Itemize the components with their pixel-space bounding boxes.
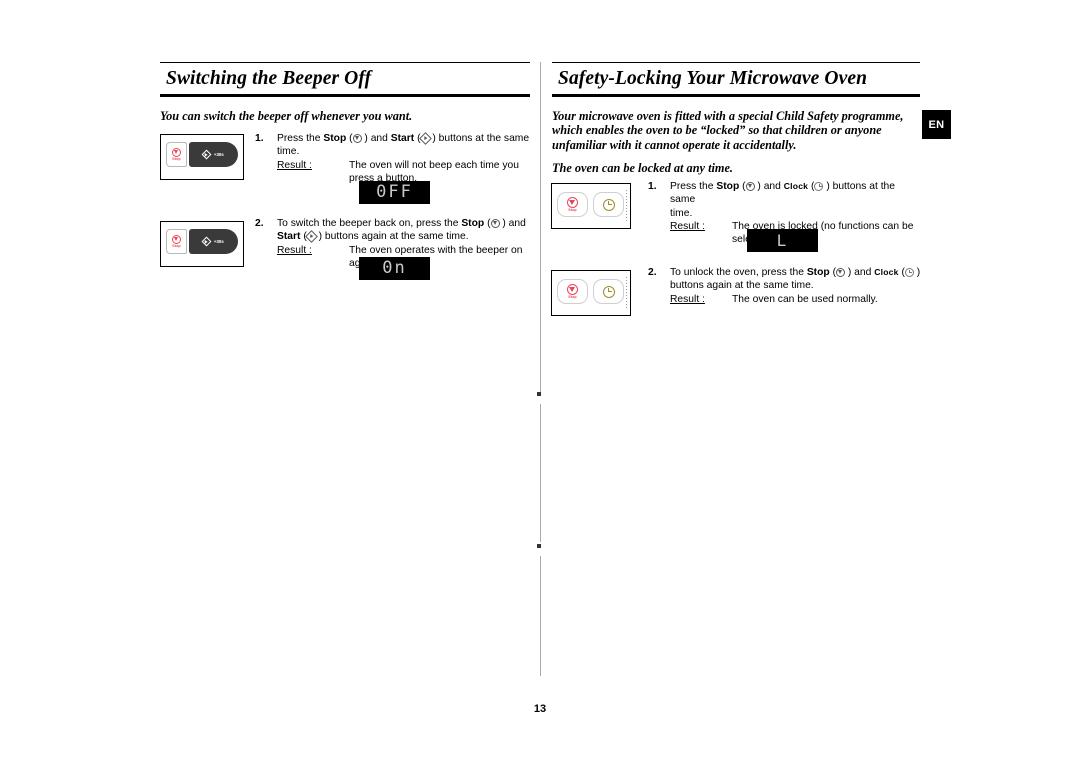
clock-icon bbox=[602, 285, 615, 298]
start-key: +30s bbox=[189, 142, 238, 167]
stop-key-label: Stop bbox=[172, 157, 181, 162]
control-panel-illustration-lock-2: Stop bbox=[551, 270, 631, 316]
clock-key bbox=[593, 279, 624, 304]
stop-key-label: Stop bbox=[568, 208, 577, 213]
start-icon bbox=[201, 236, 212, 247]
heading-rule-bottom bbox=[552, 93, 920, 97]
page-title-left: Switching the Beeper Off bbox=[166, 68, 372, 89]
page-title-right: Safety-Locking Your Microwave Oven bbox=[558, 68, 868, 89]
start-icon bbox=[201, 149, 212, 160]
fold-mark-2 bbox=[537, 544, 541, 548]
step-number: 2. bbox=[648, 267, 657, 278]
clock-icon bbox=[904, 267, 914, 277]
control-panel-illustration-beeper-2: Stop +30s bbox=[160, 221, 244, 267]
result-label: Result : bbox=[670, 293, 705, 305]
panel-edge-dots bbox=[626, 277, 627, 309]
result-text: The oven can be used normally. bbox=[732, 293, 878, 305]
stop-bold: Stop bbox=[716, 181, 740, 192]
result-row: Result : The oven can be used normally. bbox=[670, 293, 922, 306]
left-column: Switching the Beeper Off You can switch … bbox=[160, 62, 530, 123]
clock-bold: Clock bbox=[874, 267, 899, 277]
page-number: 13 bbox=[533, 703, 547, 715]
clock-icon bbox=[814, 181, 824, 191]
result-label: Result : bbox=[670, 220, 705, 232]
step-line-1: Press the Stop ( ) and Start ( ) buttons… bbox=[277, 131, 530, 145]
stop-icon bbox=[172, 234, 181, 244]
column-divider-1 bbox=[540, 62, 541, 392]
stop-bold: Stop bbox=[461, 218, 485, 229]
right-column: Safety-Locking Your Microwave Oven Your … bbox=[552, 62, 920, 176]
stop-icon bbox=[745, 181, 755, 191]
heading-rule-bottom bbox=[160, 93, 530, 97]
led-display-off: 0FF bbox=[359, 181, 430, 204]
stop-icon bbox=[567, 283, 578, 295]
stop-bold: Stop bbox=[323, 133, 347, 144]
step-text: To unlock the oven, press the Stop ( ) a… bbox=[670, 266, 922, 306]
clock-key bbox=[593, 192, 624, 217]
stop-icon bbox=[352, 133, 362, 143]
led-text: L bbox=[776, 230, 789, 250]
step-line-1: To switch the beeper back on, press the … bbox=[277, 218, 526, 229]
clock-bold: Clock bbox=[783, 181, 809, 191]
fold-mark-1 bbox=[537, 392, 541, 396]
stop-icon bbox=[172, 147, 181, 157]
led-text: 0FF bbox=[376, 182, 413, 202]
led-display-locked: L bbox=[747, 229, 818, 252]
stop-icon bbox=[567, 196, 578, 208]
step-line-1: Press the Stop ( ) and Clock ( ) buttons… bbox=[670, 181, 896, 206]
led-text: 0n bbox=[382, 258, 407, 278]
stop-key-label: Stop bbox=[172, 244, 181, 249]
stop-key-label: Stop bbox=[568, 295, 577, 300]
right-intro-text-2: The oven can be locked at any time. bbox=[552, 161, 734, 176]
stop-icon bbox=[490, 218, 500, 228]
step-line-1: To unlock the oven, press the Stop ( ) a… bbox=[670, 267, 921, 278]
control-panel-illustration-beeper-1: Stop +30s bbox=[160, 134, 244, 180]
stop-key: Stop bbox=[166, 229, 187, 254]
right-heading-block: Safety-Locking Your Microwave Oven bbox=[552, 62, 920, 97]
column-divider-3 bbox=[540, 556, 541, 676]
control-panel-illustration-lock-1: Stop bbox=[551, 183, 631, 229]
stop-bold: Stop bbox=[806, 267, 830, 278]
step-number: 1. bbox=[255, 133, 264, 144]
step-line-2: Start ( ) buttons again at the same time… bbox=[277, 230, 469, 243]
step-line-2: buttons again at the same time. bbox=[670, 280, 814, 292]
left-heading-block: Switching the Beeper Off bbox=[160, 62, 530, 97]
panel-edge-dots bbox=[626, 190, 627, 222]
document-page: Switching the Beeper Off You can switch … bbox=[0, 0, 1080, 763]
column-divider-2 bbox=[540, 404, 541, 542]
right-intro-text: Your microwave oven is fitted with a spe… bbox=[552, 108, 904, 152]
stop-key: Stop bbox=[557, 192, 588, 217]
step-number: 2. bbox=[255, 218, 264, 229]
start-bold: Start bbox=[277, 231, 301, 243]
step-text: Press the Stop ( ) and Start ( ) buttons… bbox=[277, 131, 532, 185]
stop-key: Stop bbox=[166, 142, 187, 167]
language-badge: EN bbox=[922, 110, 951, 139]
step-line-2: time. bbox=[277, 146, 300, 158]
clock-icon bbox=[602, 198, 615, 211]
stop-icon bbox=[836, 267, 845, 277]
start-key-label: +30s bbox=[213, 239, 224, 244]
led-display-on: 0n bbox=[359, 257, 430, 280]
left-intro-text: You can switch the beeper off whenever y… bbox=[160, 108, 413, 123]
start-bold: Start bbox=[390, 133, 415, 144]
result-label: Result : bbox=[277, 244, 312, 256]
step-line-2: time. bbox=[670, 207, 693, 219]
step-number: 1. bbox=[648, 181, 657, 192]
result-label: Result : bbox=[277, 159, 312, 171]
start-key: +30s bbox=[189, 229, 238, 254]
start-key-label: +30s bbox=[213, 152, 224, 157]
stop-key: Stop bbox=[557, 279, 588, 304]
